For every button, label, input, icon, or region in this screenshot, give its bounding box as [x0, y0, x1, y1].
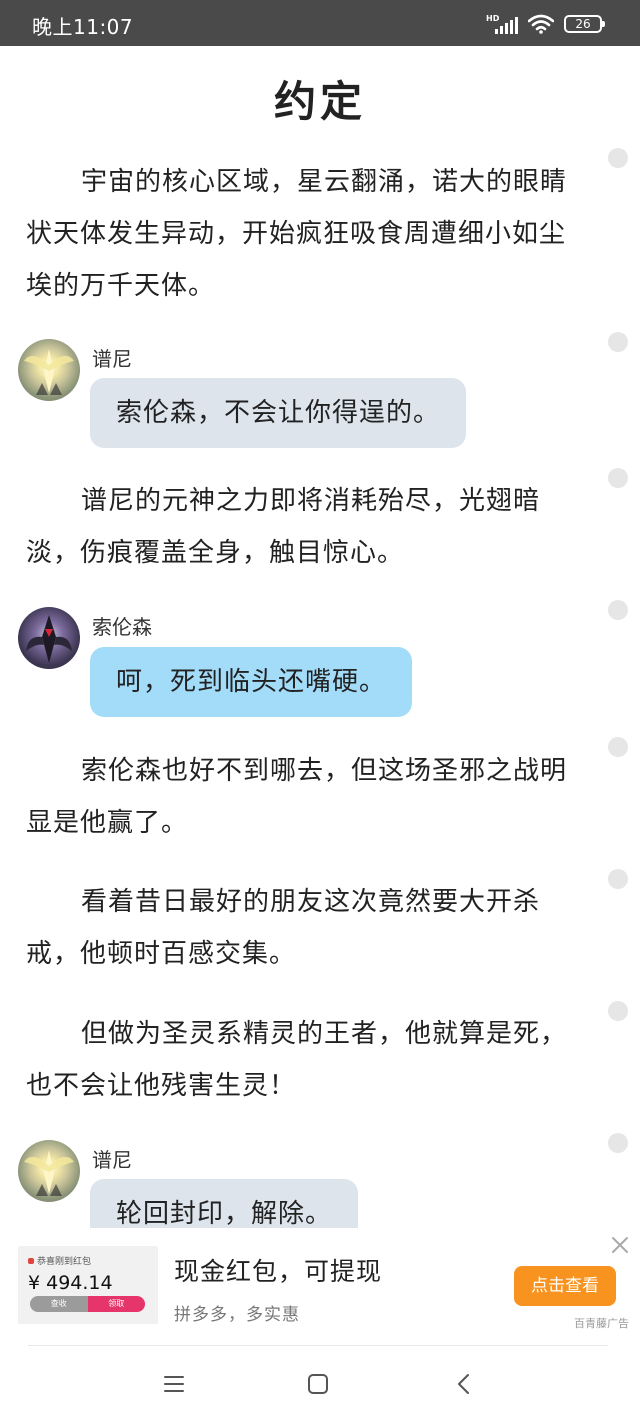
dialogue-bubble: 呵，死到临头还嘴硬。 — [90, 647, 413, 717]
hd-signal-icon: HD — [486, 14, 518, 34]
ad-subtitle: 拼多多，多实惠 — [174, 1305, 300, 1325]
back-icon[interactable] — [452, 1372, 476, 1396]
ad-thumb-amount: ¥ 494.14 — [28, 1272, 113, 1294]
paragraph-comment-dot[interactable] — [608, 737, 628, 757]
ad-thumbnail[interactable]: 恭喜刚到红包 ¥ 494.14 查收 领取 — [18, 1246, 158, 1324]
paragraph-comment-dot[interactable] — [608, 332, 628, 352]
status-bar: 晚上11:07 HD 26 — [0, 0, 640, 46]
ad-thumb-actions: 查收 领取 — [30, 1296, 145, 1312]
chapter-title: 约定 — [273, 77, 366, 126]
close-icon[interactable] — [608, 1233, 632, 1257]
home-icon[interactable] — [306, 1372, 330, 1396]
ad-view-button[interactable]: 点击查看 — [514, 1266, 616, 1306]
battery-level: 26 — [575, 17, 591, 31]
speaker-name: 谱尼 — [92, 1148, 132, 1172]
wifi-icon — [528, 14, 554, 34]
paragraph-comment-dot[interactable] — [608, 1133, 628, 1153]
paragraph-comment-dot[interactable] — [608, 148, 628, 168]
paragraph-comment-dot[interactable] — [608, 468, 628, 488]
story-paragraph: 谱尼的元神之力即将消耗殆尽，光翅暗淡，伤痕覆盖全身，触目惊心。 — [26, 486, 541, 568]
menu-icon[interactable] — [162, 1372, 186, 1396]
story-paragraph: 但做为圣灵系精灵的王者，他就算是死，也不会让他残害生灵！ — [26, 1019, 568, 1101]
ad-banner[interactable]: 恭喜刚到红包 ¥ 494.14 查收 领取 现金红包，可提现 拼多多，多实惠 点… — [0, 1228, 640, 1346]
avatar-puni[interactable] — [18, 339, 80, 401]
story-paragraph: 宇宙的核心区域，星云翻涌，诺大的眼睛状天体发生异动，开始疯狂吸食周遭细小如尘埃的… — [26, 167, 568, 301]
ad-source-label: 百青藤广告 — [574, 1317, 629, 1330]
ad-thumb-get: 领取 — [87, 1296, 145, 1312]
avatar-suolunsen[interactable] — [18, 607, 80, 669]
battery-icon: 26 — [564, 15, 605, 33]
ad-thumb-title: 恭喜刚到红包 — [28, 1254, 91, 1267]
ad-title[interactable]: 现金红包，可提现 — [174, 1252, 382, 1288]
speaker-name: 谱尼 — [92, 347, 132, 371]
paragraph-comment-dot[interactable] — [608, 600, 628, 620]
story-paragraph: 看着昔日最好的朋友这次竟然要大开杀戒，他顿时百感交集。 — [26, 887, 541, 969]
status-time: 晚上11:07 — [32, 15, 134, 39]
navigation-bar — [0, 1346, 640, 1422]
paragraph-comment-dot[interactable] — [608, 1001, 628, 1021]
dialogue-bubble: 索伦森，不会让你得逞的。 — [90, 378, 467, 448]
ad-thumb-check: 查收 — [30, 1296, 88, 1312]
paragraph-comment-dot[interactable] — [608, 869, 628, 889]
avatar-puni[interactable] — [18, 1140, 80, 1202]
status-icons: HD 26 — [486, 14, 605, 34]
story-paragraph: 索伦森也好不到哪去，但这场圣邪之战明显是他赢了。 — [26, 756, 568, 838]
speaker-name: 索伦森 — [92, 615, 152, 639]
